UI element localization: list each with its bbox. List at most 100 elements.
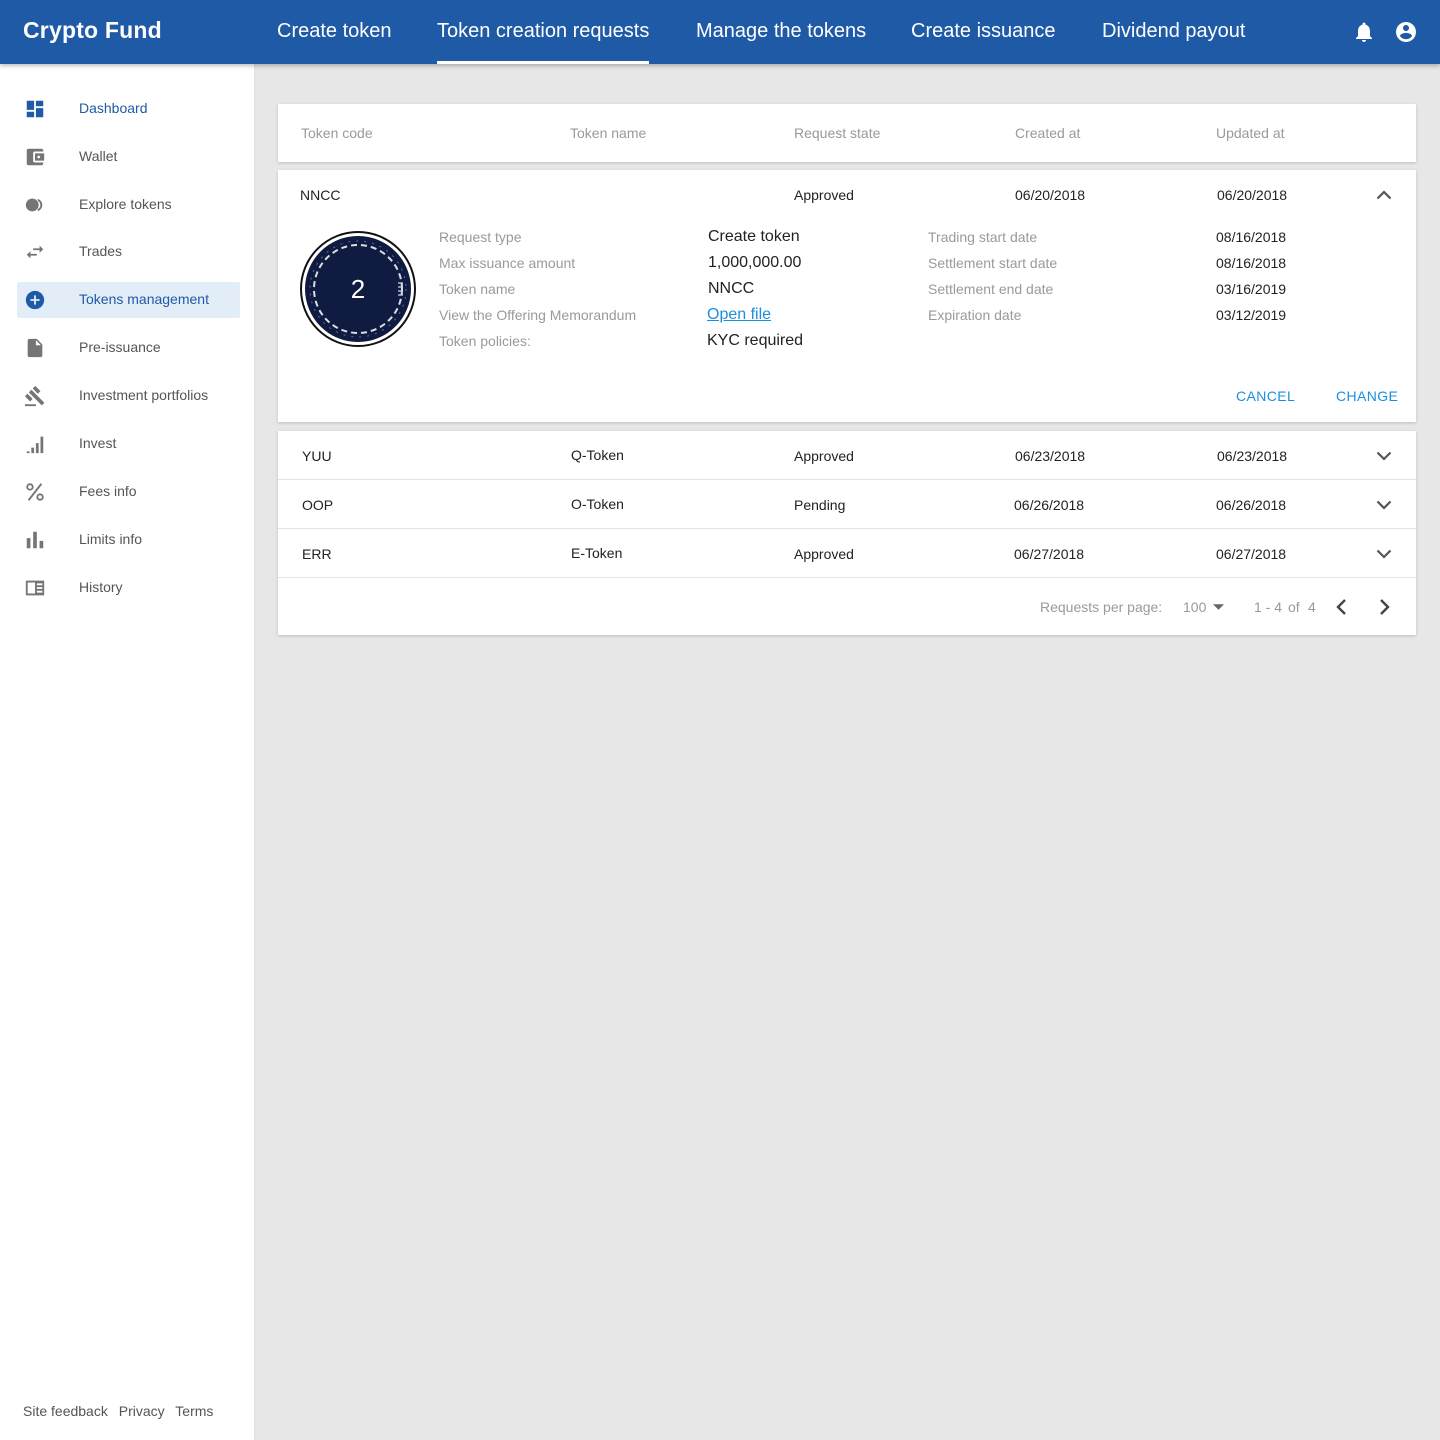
created-at: 06/26/2018 xyxy=(1014,497,1085,513)
account-icon[interactable] xyxy=(1394,20,1418,44)
sidebar-item-label: History xyxy=(79,579,123,595)
dashboard-icon xyxy=(26,100,44,118)
chevron-down-icon[interactable] xyxy=(1376,451,1392,461)
tab-dividend-payout[interactable]: Dividend payout xyxy=(1102,0,1245,64)
table-row[interactable]: OOP O-Token Pending 06/26/2018 06/26/201… xyxy=(278,480,1416,529)
request-state: Pending xyxy=(794,497,846,513)
sidebar-item-explore-tokens[interactable]: Explore tokens xyxy=(17,187,240,223)
privacy-link[interactable]: Privacy xyxy=(119,1403,165,1419)
token-code: YUU xyxy=(302,448,332,464)
table-row[interactable]: ERR E-Token Approved 06/27/2018 06/27/20… xyxy=(278,529,1416,578)
sidebar-item-tokens-management[interactable]: Tokens management xyxy=(17,282,240,318)
sidebar: Dashboard Wallet Explore tokens Trades T… xyxy=(0,64,255,1440)
detail-value-expiration: 03/12/2019 xyxy=(1216,307,1287,323)
detail-label-offering-memorandum: View the Offering Memorandum xyxy=(439,307,637,323)
chevron-down-icon[interactable] xyxy=(1376,500,1392,510)
sidebar-item-fees-info[interactable]: Fees info xyxy=(17,474,240,510)
detail-value-token-name: NNCC xyxy=(708,280,755,297)
tab-create-token[interactable]: Create token xyxy=(277,0,392,64)
sidebar-item-label: Fees info xyxy=(79,483,137,499)
detail-label-expiration: Expiration date xyxy=(928,307,1022,323)
change-button[interactable]: CHANGE xyxy=(1336,388,1398,404)
detail-value-max-issuance: 1,000,000.00 xyxy=(708,254,802,271)
updated-at: 06/27/2018 xyxy=(1216,546,1287,562)
history-icon xyxy=(25,580,45,596)
token-name: Q-Token xyxy=(571,447,624,463)
sidebar-item-history[interactable]: History xyxy=(17,570,240,606)
sidebar-item-label: Dashboard xyxy=(79,100,148,116)
detail-label-settlement-end: Settlement end date xyxy=(928,281,1054,297)
request-list: YUU Q-Token Approved 06/23/2018 06/23/20… xyxy=(278,431,1416,635)
gavel-icon xyxy=(24,385,45,407)
swap-icon xyxy=(26,245,44,259)
created-at: 06/20/2018 xyxy=(1015,187,1086,203)
tokens-icon xyxy=(25,198,43,212)
sidebar-item-label: Wallet xyxy=(79,148,118,164)
sidebar-item-label: Trades xyxy=(79,243,123,259)
detail-value-request-type: Create token xyxy=(708,228,800,245)
updated-at: 06/26/2018 xyxy=(1216,497,1287,513)
sidebar-item-label: Explore tokens xyxy=(79,196,172,212)
sidebar-item-limits-info[interactable]: Limits info xyxy=(17,522,240,558)
sidebar-item-label: Invest xyxy=(79,435,117,451)
column-header-token-code: Token code xyxy=(301,125,373,141)
created-at: 06/23/2018 xyxy=(1015,448,1086,464)
detail-label-token-name: Token name xyxy=(439,281,516,297)
detail-label-trading-start: Trading start date xyxy=(928,229,1038,245)
percent-icon xyxy=(26,483,44,501)
terms-link[interactable]: Terms xyxy=(175,1403,213,1419)
updated-at: 06/20/2018 xyxy=(1217,187,1288,203)
dropdown-arrow-icon xyxy=(1213,604,1224,610)
sidebar-item-pre-issuance[interactable]: Pre-issuance xyxy=(17,330,240,366)
sidebar-item-dashboard[interactable]: Dashboard xyxy=(17,91,240,127)
detail-label-settlement-start: Settlement start date xyxy=(928,255,1058,271)
page-of: of xyxy=(1288,599,1300,615)
column-header-updated-at: Updated at xyxy=(1216,125,1285,141)
site-feedback-link[interactable]: Site feedback xyxy=(23,1403,108,1419)
sidebar-item-investment-portfolios[interactable]: Investment portfolios xyxy=(17,378,240,414)
chevron-up-icon[interactable] xyxy=(1376,190,1392,200)
token-logo: 2 xyxy=(300,231,416,347)
column-header-created-at: Created at xyxy=(1015,125,1081,141)
sidebar-item-invest[interactable]: Invest xyxy=(17,426,240,462)
token-name: E-Token xyxy=(571,545,623,561)
column-header-request-state: Request state xyxy=(794,125,881,141)
sidebar-item-label: Limits info xyxy=(79,531,143,547)
detail-value-settlement-end: 03/16/2019 xyxy=(1216,281,1287,297)
per-page-value: 100 xyxy=(1183,599,1207,615)
previous-page-icon[interactable] xyxy=(1335,598,1347,616)
tab-token-creation-requests[interactable]: Token creation requests xyxy=(437,0,650,64)
detail-value-settlement-start: 08/16/2018 xyxy=(1216,255,1287,271)
cancel-button[interactable]: CANCEL xyxy=(1236,388,1295,404)
detail-label-max-issuance: Max issuance amount xyxy=(439,255,576,271)
expanded-request-row: NNCC Approved 06/20/2018 06/20/2018 2 Re… xyxy=(278,170,1416,422)
tab-manage-the-tokens[interactable]: Manage the tokens xyxy=(696,0,866,64)
next-page-icon[interactable] xyxy=(1379,598,1391,616)
top-app-bar: Crypto Fund Create token Token creation … xyxy=(0,0,1440,64)
detail-value-trading-start: 08/16/2018 xyxy=(1216,229,1287,245)
chevron-down-icon[interactable] xyxy=(1376,549,1392,559)
sidebar-item-trades[interactable]: Trades xyxy=(17,234,240,270)
footer-links: Site feedback Privacy Terms xyxy=(23,1403,220,1419)
document-icon xyxy=(27,338,43,358)
tab-create-issuance[interactable]: Create issuance xyxy=(911,0,1056,64)
table-header: Token code Token name Request state Crea… xyxy=(278,104,1416,162)
request-state: Approved xyxy=(794,546,854,562)
page-total: 4 xyxy=(1308,599,1316,615)
per-page-select[interactable]: 100 xyxy=(1183,597,1229,617)
token-code: ERR xyxy=(302,546,332,562)
token-code: OOP xyxy=(302,497,334,513)
token-logo-number: 2 xyxy=(351,274,365,304)
app-title[interactable]: Crypto Fund xyxy=(23,17,162,44)
token-code: NNCC xyxy=(300,187,341,203)
signal-bars-icon xyxy=(26,436,44,454)
table-row[interactable]: YUU Q-Token Approved 06/23/2018 06/23/20… xyxy=(278,431,1416,480)
add-circle-icon xyxy=(25,290,45,310)
sidebar-item-label: Pre-issuance xyxy=(79,339,161,355)
sidebar-item-wallet[interactable]: Wallet xyxy=(17,139,240,175)
sidebar-item-label: Tokens management xyxy=(79,291,209,307)
detail-value-token-policies: KYC required xyxy=(707,332,804,349)
open-file-link[interactable]: Open file xyxy=(707,306,771,324)
bell-icon[interactable] xyxy=(1352,20,1376,44)
request-state: Approved xyxy=(794,187,854,203)
